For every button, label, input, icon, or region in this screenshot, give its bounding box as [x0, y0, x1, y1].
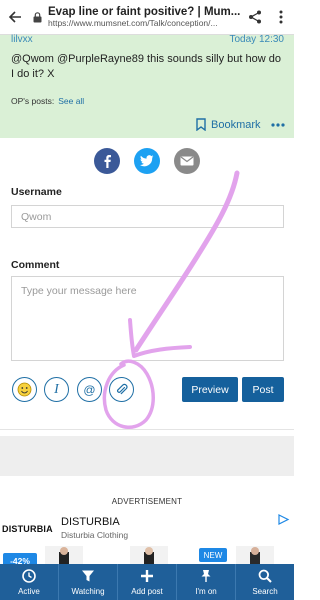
- nav-search[interactable]: Search: [236, 564, 294, 600]
- post-body: @Qwom @PurpleRayne89 this sounds silly b…: [11, 53, 281, 80]
- search-icon: [257, 568, 273, 584]
- advertisement-banner[interactable]: DISTURBIA DISTURBIA Disturbia Clothing -…: [0, 509, 294, 565]
- more-horizontal-icon: [271, 123, 285, 127]
- product-image[interactable]: [130, 546, 168, 565]
- adchoices-icon: [278, 514, 290, 525]
- attach-button[interactable]: [109, 377, 134, 402]
- filter-icon: [80, 568, 96, 584]
- spacer-band: [0, 436, 294, 476]
- divider: [0, 429, 294, 430]
- post-author[interactable]: lilvxx: [11, 34, 33, 45]
- nav-label: I'm on: [195, 587, 217, 596]
- arrow-left-icon: [8, 11, 21, 23]
- comment-textarea[interactable]: [11, 276, 284, 361]
- page-title: Evap line or faint positive? | Mum...: [48, 6, 241, 18]
- at-sign-icon: @: [83, 382, 96, 397]
- italic-button[interactable]: I: [44, 377, 69, 402]
- username-label: Username: [11, 186, 62, 198]
- bookmark-icon: [196, 118, 206, 131]
- mention-button[interactable]: @: [77, 377, 102, 402]
- post-button[interactable]: Post: [242, 377, 284, 402]
- nav-label: Active: [18, 587, 40, 596]
- product-image[interactable]: [45, 546, 83, 565]
- share-icon: [249, 10, 261, 24]
- pin-icon: [198, 568, 214, 584]
- ad-subtitle: Disturbia Clothing: [61, 530, 129, 540]
- italic-icon: I: [54, 381, 59, 397]
- post-card: lilvxx Today 12:30 @Qwom @PurpleRayne89 …: [0, 34, 294, 138]
- advertisement-label: ADVERTISEMENT: [111, 497, 183, 506]
- twitter-icon: [140, 155, 154, 167]
- share-bar: [0, 148, 294, 174]
- nav-label: Search: [252, 587, 278, 596]
- lock-icon: [30, 11, 44, 23]
- address-bar[interactable]: Evap line or faint positive? | Mum... ht…: [44, 6, 242, 28]
- ad-logo: DISTURBIA: [2, 524, 53, 534]
- nav-active[interactable]: Active: [0, 564, 59, 600]
- email-icon: [180, 156, 194, 166]
- post-options-button[interactable]: [270, 117, 286, 133]
- ad-title[interactable]: DISTURBIA: [61, 516, 120, 528]
- emoji-button[interactable]: [12, 377, 37, 402]
- product-image[interactable]: [236, 546, 274, 565]
- mumsnet-thread-screen: Evap line or faint positive? | Mum... ht…: [0, 0, 294, 600]
- nav-label: Add post: [131, 587, 163, 596]
- bottom-navigation: Active Watching Add post I'm on Search: [0, 564, 294, 600]
- page-url: https://www.mumsnet.com/Talk/conception/…: [48, 18, 218, 28]
- facebook-share-button[interactable]: [94, 148, 120, 174]
- facebook-icon: [104, 155, 111, 168]
- back-button[interactable]: [0, 0, 30, 35]
- nav-im-on[interactable]: I'm on: [177, 564, 236, 600]
- bookmark-button[interactable]: Bookmark: [196, 118, 261, 131]
- see-all-link[interactable]: See all: [58, 96, 84, 106]
- paperclip-icon: [117, 383, 128, 395]
- new-badge: NEW: [199, 548, 227, 562]
- nav-label: Watching: [71, 587, 105, 596]
- email-share-button[interactable]: [174, 148, 200, 174]
- twitter-share-button[interactable]: [134, 148, 160, 174]
- ops-posts-label: OP's posts:: [11, 96, 55, 106]
- adchoices-button[interactable]: [276, 513, 292, 526]
- smiley-icon: [17, 382, 32, 397]
- nav-watching[interactable]: Watching: [59, 564, 118, 600]
- clock-icon: [21, 568, 37, 584]
- preview-button[interactable]: Preview: [182, 377, 238, 402]
- browser-menu-button[interactable]: [268, 0, 294, 35]
- username-field[interactable]: [11, 205, 284, 228]
- bookmark-label: Bookmark: [211, 118, 261, 131]
- ops-posts: OP's posts: See all: [11, 96, 84, 106]
- share-button[interactable]: [242, 0, 268, 35]
- nav-add-post[interactable]: Add post: [118, 564, 177, 600]
- post-timestamp: Today 12:30: [229, 34, 285, 45]
- browser-toolbar: Evap line or faint positive? | Mum... ht…: [0, 0, 294, 35]
- plus-icon: [139, 568, 155, 584]
- comment-label: Comment: [11, 259, 60, 271]
- more-vertical-icon: [279, 10, 283, 24]
- post-meta: lilvxx Today 12:30: [11, 34, 284, 46]
